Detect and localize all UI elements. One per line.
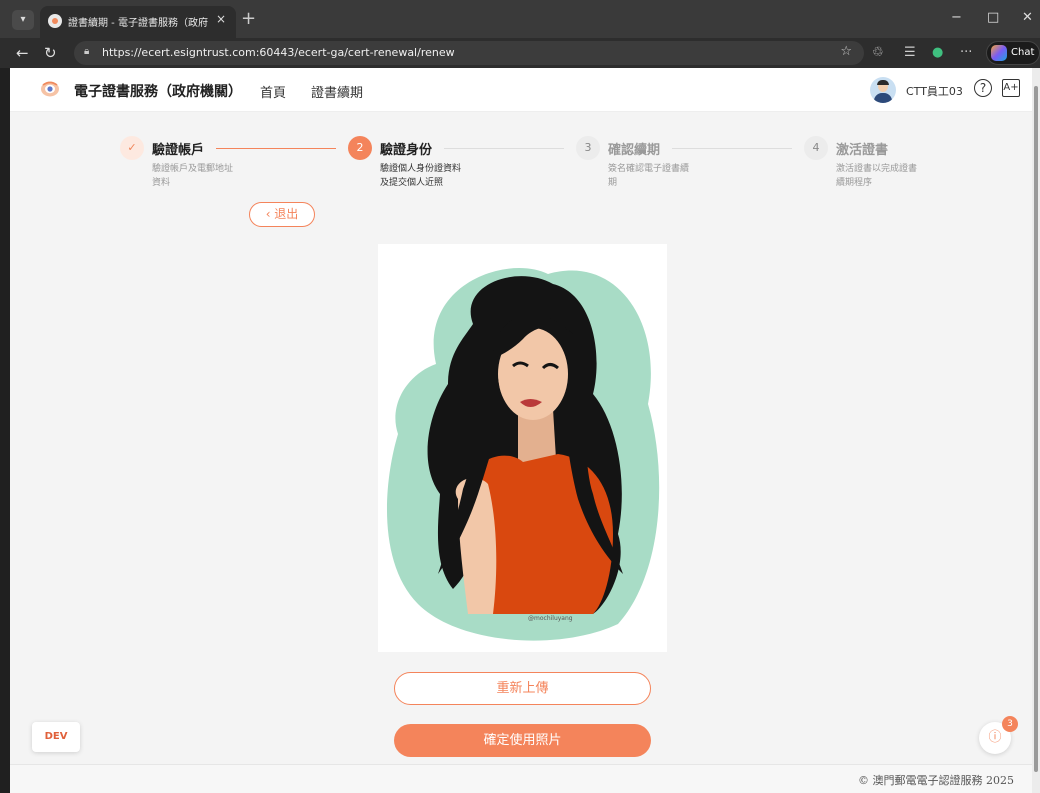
back-arrow-icon[interactable]: ← (16, 44, 29, 62)
tab-title: 證書續期 - 電子證書服務（政府機 (68, 18, 208, 29)
step-3-description: 簽名確認電子證書續期 (608, 164, 690, 188)
portrait-illustration: @mochiluyang (386, 268, 660, 641)
url-text: https://ecert.esigntrust.com:60443/ecert… (102, 46, 455, 59)
browser-extensions-icon[interactable]: ♲ (872, 45, 884, 60)
account-switch-icon[interactable]: A+ (1002, 79, 1020, 97)
help-icon[interactable]: ? (974, 79, 992, 97)
window-close-icon[interactable]: ✕ (1022, 10, 1033, 25)
confirm-photo-button[interactable]: 確定使用照片 (394, 724, 651, 757)
browser-titlebar: ▾ 證書續期 - 電子證書服務（政府機 × + − □ ✕ (0, 0, 1040, 38)
exit-button[interactable]: ‹ 退出 (249, 202, 315, 227)
scrollbar-thumb[interactable] (1034, 86, 1038, 772)
step-2-number: 2 (348, 136, 372, 160)
site-footer: © 澳門郵電電子認證服務 2025 (10, 764, 1032, 793)
tab-list-chevron-icon[interactable]: ▾ (12, 10, 34, 30)
refresh-icon[interactable]: ↻ (44, 44, 57, 62)
site-header: 電子證書服務（政府機關） 首頁 證書續期 CTT員工03 ? A+ (10, 68, 1032, 112)
favorites-list-icon[interactable]: ☰ (904, 45, 916, 60)
tab-close-icon[interactable]: × (216, 12, 226, 26)
site-favicon-icon (48, 14, 62, 28)
nav-home[interactable]: 首頁 (260, 82, 286, 101)
artist-signature: @mochiluyang (528, 615, 573, 622)
step-4-number: 4 (804, 136, 828, 160)
url-field[interactable]: 🔒︎ https://ecert.esigntrust.com:60443/ec… (74, 41, 864, 65)
lock-icon: 🔒︎ (84, 46, 90, 57)
step-4-description: 激活證書以完成證書 續期程序 (836, 164, 918, 188)
collections-icon[interactable]: ● (932, 45, 943, 60)
step-2-title: 驗證身份 (380, 143, 433, 158)
favorite-star-icon[interactable]: ☆ (840, 44, 852, 59)
minimize-icon[interactable]: − (951, 10, 962, 25)
copyright-text: © 澳門郵電電子認證服務 2025 (858, 774, 1014, 787)
dev-badge[interactable]: DEV (32, 722, 80, 752)
step-1-check-icon: ✓ (120, 136, 144, 160)
step-connector (672, 148, 792, 149)
new-tab-icon[interactable]: + (241, 8, 256, 29)
step-1-description: 驗證帳戶及電郵地址 資料 (152, 164, 234, 188)
step-connector (216, 148, 336, 149)
page-scrollbar[interactable] (1032, 68, 1040, 793)
more-options-icon[interactable]: ··· (960, 45, 972, 60)
page-content: 電子證書服務（政府機關） 首頁 證書續期 CTT員工03 ? A+ ✓ 驗證帳戶… (10, 68, 1032, 793)
browser-tab[interactable]: 證書續期 - 電子證書服務（政府機 × (40, 6, 236, 38)
chat-button[interactable]: Chat (986, 41, 1040, 65)
copilot-icon (991, 45, 1007, 61)
user-name[interactable]: CTT員工03 (906, 83, 963, 99)
maximize-icon[interactable]: □ (987, 10, 999, 25)
chat-label: Chat (1011, 47, 1035, 58)
nav-cert-renewal[interactable]: 證書續期 (311, 82, 363, 101)
avatar[interactable] (870, 77, 896, 103)
step-3-number: 3 (576, 136, 600, 160)
site-logo-icon[interactable] (40, 80, 60, 98)
reupload-button[interactable]: 重新上傳 (394, 672, 651, 705)
uploaded-photo: @mochiluyang (378, 244, 667, 652)
address-bar-row: ← ↻ 🔒︎ https://ecert.esigntrust.com:6044… (0, 38, 1040, 68)
step-connector (444, 148, 564, 149)
step-4-title: 激活證書 (836, 143, 889, 158)
step-3-title: 確認續期 (608, 143, 661, 158)
step-2-description: 驗證個人身份證資料 及提交個人近照 (380, 164, 462, 188)
brand-title[interactable]: 電子證書服務（政府機關） (74, 81, 242, 101)
step-1-title: 驗證帳戶 (152, 143, 205, 158)
notification-count-badge: 3 (1002, 716, 1018, 732)
